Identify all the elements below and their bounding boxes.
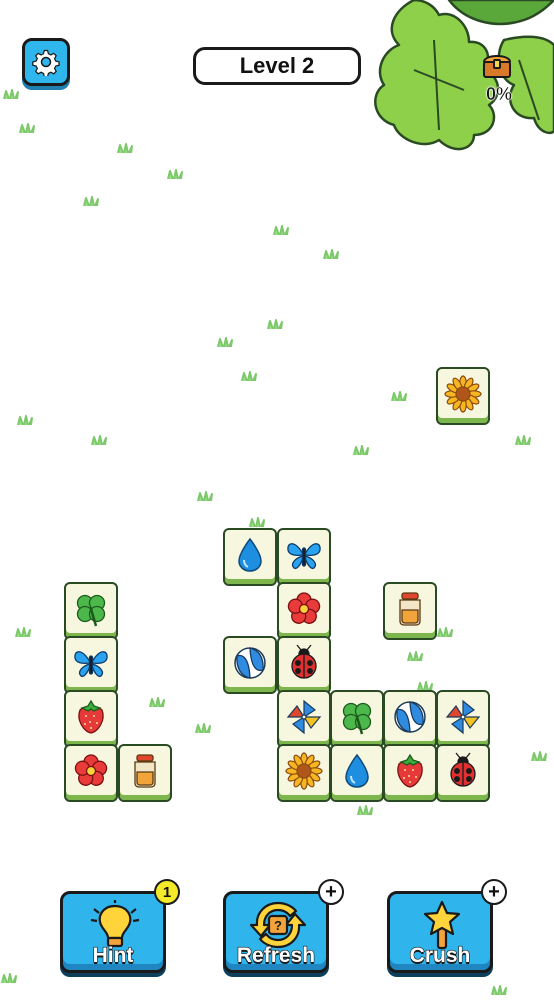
grass-tuft	[216, 334, 234, 348]
grass-tuft	[82, 193, 100, 207]
grass-tuft	[352, 442, 370, 456]
grass-tuft	[416, 678, 434, 692]
tile-clover[interactable]	[330, 690, 384, 748]
water-drop-icon	[345, 753, 369, 788]
gear-icon	[32, 49, 60, 76]
lightbulb-icon	[90, 900, 140, 948]
sunflower-icon	[285, 751, 323, 790]
grass-tuft	[16, 412, 34, 426]
strawberry-icon	[78, 699, 104, 734]
grass-tuft	[514, 432, 532, 446]
grass-tuft	[272, 222, 290, 236]
tile-red-flower[interactable]	[277, 582, 331, 640]
grass-tuft	[322, 246, 340, 260]
hint-button[interactable]: Hint	[60, 891, 166, 973]
tile-strawberry[interactable]	[64, 690, 118, 748]
grass-tuft	[248, 514, 266, 528]
grass-tuft	[196, 488, 214, 502]
treasure-chest-icon[interactable]	[481, 50, 513, 80]
tile-water-drop[interactable]	[223, 528, 277, 586]
tile-ladybug[interactable]	[277, 636, 331, 694]
tile-ladybug[interactable]	[436, 744, 490, 802]
tile-butterfly[interactable]	[64, 636, 118, 694]
crush-add-badge[interactable]: +	[481, 879, 507, 905]
crush-button[interactable]: Crush	[387, 891, 493, 973]
beach-ball-icon	[234, 646, 266, 679]
tile-honey-jar[interactable]	[383, 582, 437, 640]
settings-button[interactable]	[22, 38, 70, 86]
tile-beach-ball[interactable]	[223, 636, 277, 694]
grass-tuft	[14, 624, 32, 638]
star-hammer-icon	[423, 900, 461, 950]
tile-pinwheel[interactable]	[436, 690, 490, 748]
grass-tuft	[390, 388, 408, 402]
level-label: Level 2	[239, 53, 315, 78]
level-indicator: Level 2	[193, 47, 361, 85]
butterfly-icon	[74, 650, 108, 677]
strawberry-icon	[397, 753, 423, 788]
grass-tuft	[18, 120, 36, 134]
grass-tuft	[2, 86, 20, 100]
pinwheel-icon	[445, 699, 481, 734]
crush-label: Crush	[409, 943, 471, 967]
honey-jar-icon	[134, 753, 156, 788]
tile-sunflower[interactable]	[277, 744, 331, 802]
grass-tuft	[356, 802, 374, 816]
refresh-label: Refresh	[236, 943, 316, 967]
grass-tuft	[90, 432, 108, 446]
clover-icon	[76, 594, 106, 626]
honey-jar-icon	[399, 591, 421, 626]
ladybug-icon	[450, 752, 476, 787]
sunflower-icon	[444, 374, 482, 413]
grass-tuft	[436, 624, 454, 638]
tile-water-drop[interactable]	[330, 744, 384, 802]
pinwheel-icon	[286, 699, 322, 734]
ladybug-icon	[291, 644, 317, 679]
tile-strawberry[interactable]	[383, 744, 437, 802]
tile-beach-ball[interactable]	[383, 690, 437, 748]
grass-tuft	[194, 720, 212, 734]
collection-progress: 0%	[485, 84, 513, 105]
red-flower-icon	[287, 591, 321, 624]
tile-red-flower[interactable]	[64, 744, 118, 802]
grass-tuft	[530, 748, 548, 762]
hint-label: Hint	[92, 943, 134, 967]
clover-icon	[342, 702, 372, 734]
beach-ball-icon	[394, 700, 426, 733]
tile-honey-jar[interactable]	[118, 744, 172, 802]
grass-tuft	[240, 368, 258, 382]
grass-tuft	[406, 648, 424, 662]
water-drop-icon	[238, 537, 262, 572]
refresh-icon: ?	[250, 901, 306, 949]
hint-count-badge: 1	[154, 879, 180, 905]
tile-clover[interactable]	[64, 582, 118, 640]
tile-butterfly[interactable]	[277, 528, 331, 586]
svg-text:?: ?	[274, 918, 282, 933]
grass-tuft	[266, 316, 284, 330]
foliage-decoration	[354, 0, 554, 165]
grass-tuft	[0, 970, 18, 984]
grass-tuft	[116, 140, 134, 154]
red-flower-icon	[74, 753, 108, 786]
tile-pinwheel[interactable]	[277, 690, 331, 748]
refresh-add-badge[interactable]: +	[318, 879, 344, 905]
refresh-button[interactable]: ? Refresh	[223, 891, 329, 973]
grass-tuft	[166, 166, 184, 180]
butterfly-icon	[287, 542, 321, 569]
tile-sunflower[interactable]	[436, 367, 490, 425]
grass-tuft	[148, 694, 166, 708]
